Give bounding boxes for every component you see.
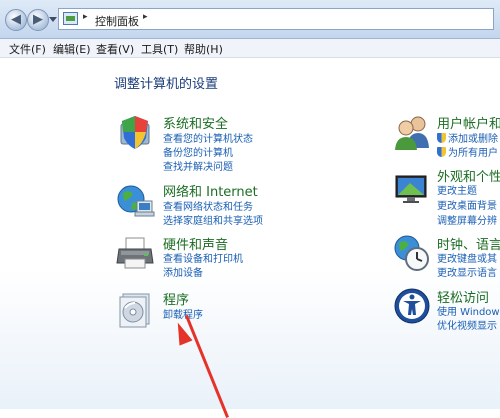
- link-change-keyboard[interactable]: 更改键盘或其: [437, 250, 497, 265]
- forward-button[interactable]: ▶: [27, 9, 49, 31]
- back-button[interactable]: ◀: [5, 9, 27, 31]
- link-devices-printers[interactable]: 查看设备和打印机: [163, 250, 243, 265]
- link-parental-controls[interactable]: 为所有用户: [437, 144, 498, 159]
- programs-disc-icon[interactable]: [115, 288, 155, 328]
- security-shield-icon[interactable]: [115, 112, 155, 152]
- menu-view[interactable]: 查看(V): [96, 41, 134, 57]
- link-backup-computer[interactable]: 备份您的计算机: [163, 144, 233, 159]
- link-find-fix-problems[interactable]: 查找并解决问题: [163, 158, 233, 173]
- uac-shield-icon: [437, 133, 446, 143]
- link-homegroup-sharing[interactable]: 选择家庭组和共享选项: [163, 212, 263, 227]
- uac-shield-icon: [437, 147, 446, 157]
- address-bar-region: ◀ ▶ ▸ 控制面板 ▸: [0, 0, 500, 39]
- link-change-desktop-background[interactable]: 更改桌面背景: [437, 197, 497, 212]
- menu-tools[interactable]: 工具(T): [141, 41, 178, 57]
- recent-pages-dropdown-icon[interactable]: [49, 17, 57, 22]
- ease-of-access-icon[interactable]: [392, 286, 432, 326]
- menu-file[interactable]: 文件(F): [9, 41, 46, 57]
- link-add-device[interactable]: 添加设备: [163, 264, 203, 279]
- clock-globe-icon[interactable]: [392, 233, 432, 273]
- link-adjust-resolution[interactable]: 调整屏幕分辨: [437, 212, 497, 227]
- breadcrumb-separator-end[interactable]: ▸: [143, 12, 148, 22]
- network-globe-icon[interactable]: [115, 181, 155, 221]
- back-arrow-icon: ◀: [11, 12, 21, 27]
- page-title: 调整计算机的设置: [114, 77, 219, 92]
- link-use-windows-without-display[interactable]: 使用 Windows: [437, 303, 500, 318]
- appearance-monitor-icon[interactable]: [392, 168, 432, 208]
- menu-bar: 文件(F) 编辑(E) 查看(V) 工具(T) 帮助(H): [0, 39, 500, 58]
- control-panel-icon: [63, 12, 78, 25]
- breadcrumb-separator[interactable]: ▸: [83, 12, 88, 22]
- breadcrumb-control-panel[interactable]: 控制面板: [95, 13, 139, 29]
- address-field[interactable]: ▸ 控制面板 ▸: [58, 8, 494, 30]
- printer-icon[interactable]: [115, 233, 155, 273]
- link-uninstall-program[interactable]: 卸载程序: [163, 306, 203, 321]
- link-optimize-visual-display[interactable]: 优化视频显示: [437, 317, 497, 332]
- link-add-remove-accounts[interactable]: 添加或删除: [437, 130, 498, 145]
- forward-arrow-icon: ▶: [33, 12, 43, 27]
- link-view-computer-status[interactable]: 查看您的计算机状态: [163, 130, 253, 145]
- link-change-display-language[interactable]: 更改显示语言: [437, 264, 497, 279]
- users-icon[interactable]: [392, 112, 432, 152]
- menu-edit[interactable]: 编辑(E): [53, 41, 91, 57]
- link-change-theme[interactable]: 更改主题: [437, 182, 477, 197]
- link-view-network-status[interactable]: 查看网络状态和任务: [163, 198, 253, 213]
- menu-help[interactable]: 帮助(H): [184, 41, 223, 57]
